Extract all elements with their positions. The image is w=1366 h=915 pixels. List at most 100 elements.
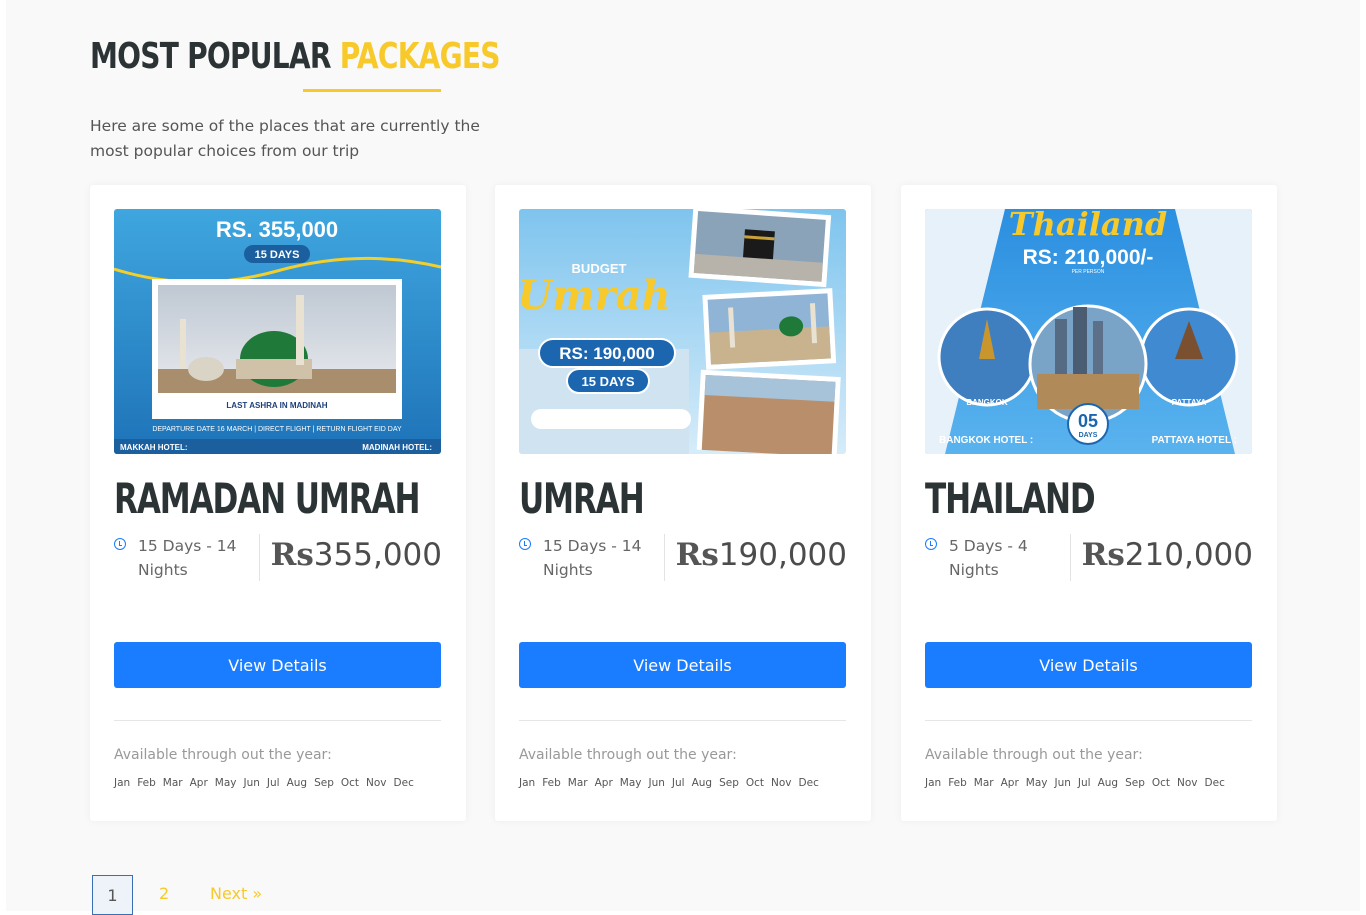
package-title[interactable]: UMRAH bbox=[519, 475, 645, 523]
image-per-person: PER PERSON bbox=[1072, 269, 1105, 275]
package-card-umrah: BUDGET Umrah RS: 190,000 15 DAYS UMRAH 1… bbox=[495, 185, 871, 821]
month-label: Aug bbox=[691, 777, 713, 789]
month-label: Apr bbox=[1000, 777, 1019, 789]
divider bbox=[259, 534, 260, 581]
month-label: Aug bbox=[1097, 777, 1119, 789]
month-label: Dec bbox=[393, 777, 414, 789]
title-underline bbox=[303, 89, 441, 92]
month-list: Jan Feb Mar Apr May Jun Jul Aug Sep Oct … bbox=[114, 777, 421, 789]
month-label: Feb bbox=[542, 777, 561, 789]
month-list: Jan Feb Mar Apr May Jun Jul Aug Sep Oct … bbox=[925, 777, 1232, 789]
image-days-number: 05 bbox=[1078, 411, 1098, 431]
month-label: Aug bbox=[286, 777, 308, 789]
month-list: Jan Feb Mar Apr May Jun Jul Aug Sep Oct … bbox=[519, 777, 826, 789]
month-label: Nov bbox=[771, 777, 792, 789]
month-label: Sep bbox=[314, 777, 334, 789]
clock-icon bbox=[519, 538, 531, 550]
section-title-main: MOST POPULAR bbox=[90, 36, 331, 77]
price-currency: Rs bbox=[675, 537, 719, 573]
image-script-text: Umrah bbox=[519, 272, 671, 319]
image-city-left: BANGKOK bbox=[966, 398, 1008, 407]
price-value: 355,000 bbox=[313, 537, 442, 573]
image-script-text: Thailand bbox=[1009, 209, 1168, 243]
month-label: Jul bbox=[1077, 777, 1091, 789]
package-price: Rs190,000 bbox=[676, 537, 847, 573]
month-label: Oct bbox=[340, 777, 360, 789]
month-label: Dec bbox=[798, 777, 819, 789]
package-duration: 15 Days - 14 Nights bbox=[138, 537, 237, 579]
month-label: Nov bbox=[1177, 777, 1198, 789]
image-city-right: PATTAYA bbox=[1172, 398, 1207, 407]
image-price-text: RS: 190,000 bbox=[559, 344, 654, 363]
month-label: Mar bbox=[567, 777, 588, 789]
image-hotel-left: BANGKOK HOTEL : bbox=[939, 435, 1033, 446]
card-divider bbox=[519, 720, 846, 721]
month-label: Dec bbox=[1204, 777, 1225, 789]
month-label: Jan bbox=[519, 777, 536, 789]
month-label: May bbox=[1025, 777, 1048, 789]
month-label: May bbox=[619, 777, 642, 789]
section-title-highlight: PACKAGES bbox=[339, 36, 501, 77]
card-divider bbox=[114, 720, 441, 721]
month-label: Apr bbox=[594, 777, 613, 789]
month-label: Feb bbox=[948, 777, 967, 789]
card-divider bbox=[925, 720, 1252, 721]
section-subtitle: Here are some of the places that are cur… bbox=[90, 117, 480, 160]
month-label: Jul bbox=[671, 777, 685, 789]
package-title[interactable]: THAILAND bbox=[925, 475, 1096, 523]
image-days-label: DAYS bbox=[1079, 432, 1098, 439]
clock-icon bbox=[114, 538, 126, 550]
month-label: Feb bbox=[137, 777, 156, 789]
image-caption: LAST ASHRA IN MADINAH bbox=[226, 401, 327, 410]
package-image[interactable]: RS. 355,000 15 DAYS LAST ASHRA IN MADINA… bbox=[114, 209, 441, 454]
price-currency: Rs bbox=[270, 537, 314, 573]
image-price-text: RS. 355,000 bbox=[216, 217, 338, 242]
view-details-button[interactable]: View Details bbox=[114, 642, 441, 688]
month-label: Jul bbox=[266, 777, 280, 789]
month-label: Jun bbox=[648, 777, 665, 789]
price-currency: Rs bbox=[1081, 537, 1125, 573]
image-days-text: 15 DAYS bbox=[582, 374, 635, 389]
image-info-line: DEPARTURE DATE 16 MARCH | DIRECT FLIGHT … bbox=[152, 426, 402, 433]
package-card-ramadan-umrah: RS. 355,000 15 DAYS LAST ASHRA IN MADINA… bbox=[90, 185, 466, 821]
package-duration: 5 Days - 4 Nights bbox=[949, 537, 1028, 579]
month-label: Mar bbox=[973, 777, 994, 789]
month-label: May bbox=[214, 777, 237, 789]
availability-label: Available through out the year: bbox=[519, 747, 737, 763]
month-label: Oct bbox=[745, 777, 765, 789]
image-hotel-left: MAKKAH HOTEL: bbox=[120, 443, 188, 452]
pagination-next-link[interactable]: Next » bbox=[210, 884, 262, 903]
view-details-button[interactable]: View Details bbox=[519, 642, 846, 688]
package-card-thailand: Thailand RS: 210,000/- PER PERSON BANGKO… bbox=[901, 185, 1277, 821]
package-title[interactable]: RAMADAN UMRAH bbox=[114, 475, 420, 523]
availability-label: Available through out the year: bbox=[925, 747, 1143, 763]
image-days-text: 15 DAYS bbox=[255, 249, 300, 261]
package-image[interactable]: Thailand RS: 210,000/- PER PERSON BANGKO… bbox=[925, 209, 1252, 454]
clock-icon bbox=[925, 538, 937, 550]
image-hotel-right: PATTAYA HOTEL : bbox=[1152, 435, 1237, 446]
package-image[interactable]: BUDGET Umrah RS: 190,000 15 DAYS bbox=[519, 209, 846, 454]
image-price-text: RS: 210,000/- bbox=[1023, 246, 1154, 269]
month-label: Oct bbox=[1151, 777, 1171, 789]
month-label: Apr bbox=[189, 777, 208, 789]
price-value: 210,000 bbox=[1124, 537, 1253, 573]
pagination-current-page[interactable]: 1 bbox=[92, 875, 133, 915]
month-label: Jan bbox=[114, 777, 131, 789]
package-duration: 15 Days - 14 Nights bbox=[543, 537, 642, 579]
divider bbox=[664, 534, 665, 581]
pagination-page-2[interactable]: 2 bbox=[159, 884, 169, 903]
month-label: Nov bbox=[366, 777, 387, 789]
month-label: Sep bbox=[719, 777, 739, 789]
month-label: Jun bbox=[1054, 777, 1071, 789]
view-details-button[interactable]: View Details bbox=[925, 642, 1252, 688]
month-label: Jun bbox=[243, 777, 260, 789]
package-price: Rs210,000 bbox=[1082, 537, 1253, 573]
month-label: Jan bbox=[925, 777, 942, 789]
month-label: Sep bbox=[1125, 777, 1145, 789]
price-value: 190,000 bbox=[718, 537, 847, 573]
section-title: MOST POPULAR PACKAGES bbox=[90, 36, 501, 77]
month-label: Mar bbox=[162, 777, 183, 789]
availability-label: Available through out the year: bbox=[114, 747, 332, 763]
package-price: Rs355,000 bbox=[271, 537, 442, 573]
image-hotel-right: MADINAH HOTEL: bbox=[362, 443, 432, 452]
